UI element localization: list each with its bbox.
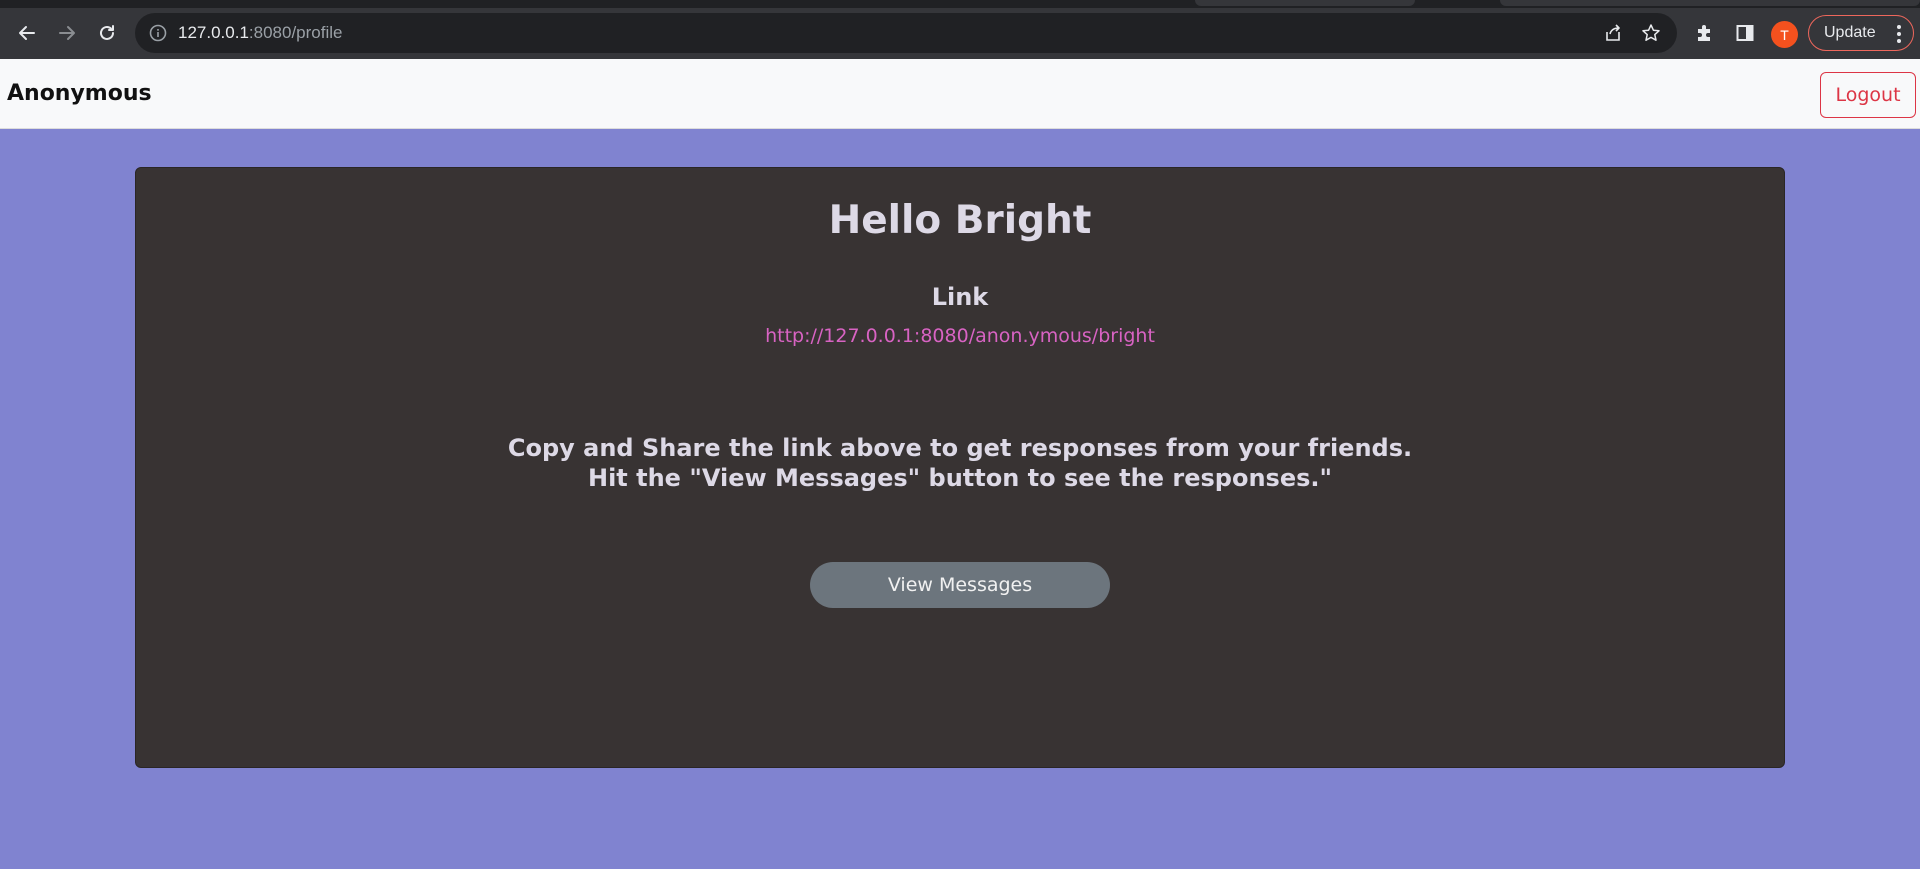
bookmark-button[interactable] xyxy=(1641,23,1661,43)
tab-strip xyxy=(0,0,1920,8)
site-navbar: Anonymous Logout xyxy=(0,59,1920,129)
reload-button[interactable] xyxy=(89,15,125,51)
instructions-line-1: Copy and Share the link above to get res… xyxy=(507,434,1413,462)
side-panel-button[interactable] xyxy=(1732,20,1758,46)
url-host: 127.0.0.1 xyxy=(178,23,249,42)
back-button[interactable] xyxy=(9,15,45,51)
instructions-text: Copy and Share the link above to get res… xyxy=(136,433,1784,493)
url-text[interactable]: 127.0.0.1:8080/profile xyxy=(178,23,342,43)
share-link[interactable]: http://127.0.0.1:8080/anon.ymous/bright xyxy=(136,325,1784,347)
instructions-line-2: Hit the "View Messages" button to see th… xyxy=(587,464,1332,492)
profile-card: Hello Bright Link http://127.0.0.1:8080/… xyxy=(135,167,1785,768)
view-messages-button[interactable]: View Messages xyxy=(810,562,1110,608)
url-path: :8080/profile xyxy=(248,23,343,42)
side-panel-icon xyxy=(1736,25,1754,41)
browser-toolbar: 127.0.0.1:8080/profile T Update xyxy=(0,8,1920,59)
share-icon xyxy=(1606,24,1620,41)
info-icon[interactable] xyxy=(149,24,167,42)
back-icon xyxy=(19,26,35,40)
browser-tab[interactable] xyxy=(1195,0,1415,6)
extensions-button[interactable] xyxy=(1692,20,1718,46)
greeting-heading: Hello Bright xyxy=(828,198,1092,243)
browser-tab[interactable] xyxy=(1500,0,1920,6)
forward-button[interactable] xyxy=(49,15,85,51)
profile-avatar[interactable]: T xyxy=(1771,21,1798,48)
update-label: Update xyxy=(1824,24,1876,41)
browser-chrome: 127.0.0.1:8080/profile T Update xyxy=(0,0,1920,59)
menu-dots-icon xyxy=(1897,25,1901,43)
address-bar[interactable]: 127.0.0.1:8080/profile xyxy=(135,13,1677,53)
share-button[interactable] xyxy=(1603,23,1623,43)
update-button[interactable]: Update xyxy=(1808,15,1914,51)
brand-title[interactable]: Anonymous xyxy=(7,81,152,106)
logout-button[interactable]: Logout xyxy=(1820,72,1916,118)
forward-icon xyxy=(59,26,75,40)
link-heading: Link xyxy=(931,283,989,311)
reload-icon xyxy=(100,25,114,40)
star-icon xyxy=(1642,24,1660,41)
extensions-icon xyxy=(1698,25,1710,41)
